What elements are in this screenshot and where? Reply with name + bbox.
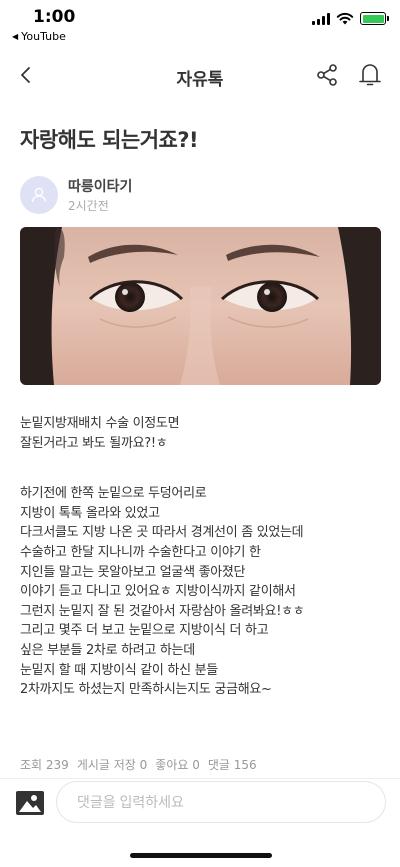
comment-input[interactable] — [56, 781, 386, 823]
divider — [0, 778, 400, 779]
comment-count[interactable]: 댓글 156 — [208, 756, 257, 773]
back-to-app-link[interactable]: ◀ YouTube — [12, 30, 66, 43]
status-bar: 1:00 ◀ YouTube — [0, 0, 400, 46]
post-timestamp: 2시간전 — [68, 199, 109, 213]
wifi-icon — [336, 12, 354, 25]
post-title: 자랑해도 되는거죠?! — [20, 128, 199, 152]
bell-icon[interactable] — [357, 60, 383, 88]
battery-fill — [362, 14, 384, 23]
signal-icon — [312, 12, 330, 25]
body-line: 그리고 몇주 더 보고 눈밑으로 지방이식 더 하고 — [20, 623, 269, 639]
body-line: 2차까지도 하셨는지 만족하시는지도 궁금해요~ — [20, 682, 272, 698]
home-indicator — [130, 853, 272, 858]
status-icons — [312, 12, 389, 25]
body-line: 잘된거라고 봐도 될까요?!ㅎ — [20, 435, 168, 451]
author-name[interactable]: 따릉이타기 — [68, 176, 132, 196]
view-count: 조회 239 — [20, 758, 69, 772]
body-line: 이야기 듣고 다니고 있어요ㅎ 지방이식까지 같이해서 — [20, 584, 296, 600]
save-count[interactable]: 게시글 저장 0 — [77, 756, 147, 773]
post-image[interactable] — [20, 227, 381, 385]
body-line: 눈밑지 할 때 지방이식 같이 하신 분들 — [20, 662, 218, 678]
body-line: 하기전에 한쪽 눈밑으로 두덩어리로 — [20, 486, 207, 502]
body-line: 싶은 부분들 2차로 하려고 하는데 — [20, 642, 195, 658]
battery-icon — [360, 12, 389, 25]
back-app-label: YouTube — [21, 30, 66, 43]
eyes-photo — [20, 227, 381, 385]
avatar[interactable] — [20, 176, 58, 214]
like-count[interactable]: 좋아요 0 — [155, 756, 200, 773]
user-icon — [31, 187, 47, 203]
body-line: 그런지 눈밑지 잘 된 것같아서 자랑삼아 올려봐요!ㅎㅎ — [20, 603, 305, 619]
top-nav: 자유톡 — [0, 56, 400, 96]
share-icon[interactable] — [314, 62, 340, 88]
body-line: 다크서클도 지방 나온 곳 따라서 경계선이 좀 있었는데 — [20, 525, 304, 541]
image-icon[interactable] — [14, 788, 46, 818]
back-triangle-icon: ◀ — [12, 32, 19, 41]
body-line: 수술하고 한달 지나니까 수술한다고 이야기 한 — [20, 544, 261, 560]
page-title: 자유톡 — [176, 70, 224, 90]
status-time: 1:00 — [33, 7, 76, 27]
post-body: 눈밑지방재배치 수술 이정도면잘된거라고 봐도 될까요?!ㅎ 하기전에 한쪽 눈밑… — [20, 414, 390, 700]
post-stats: 조회 239 게시글 저장 0 좋아요 0 댓글 156 — [20, 756, 257, 773]
body-line: 눈밑지방재배치 수술 이정도면 — [20, 416, 180, 431]
body-line: 지방이 톡톡 올라와 있었고 — [20, 505, 160, 521]
body-line: 지인들 말고는 못알아보고 얼굴색 좋아졌단 — [20, 564, 246, 580]
